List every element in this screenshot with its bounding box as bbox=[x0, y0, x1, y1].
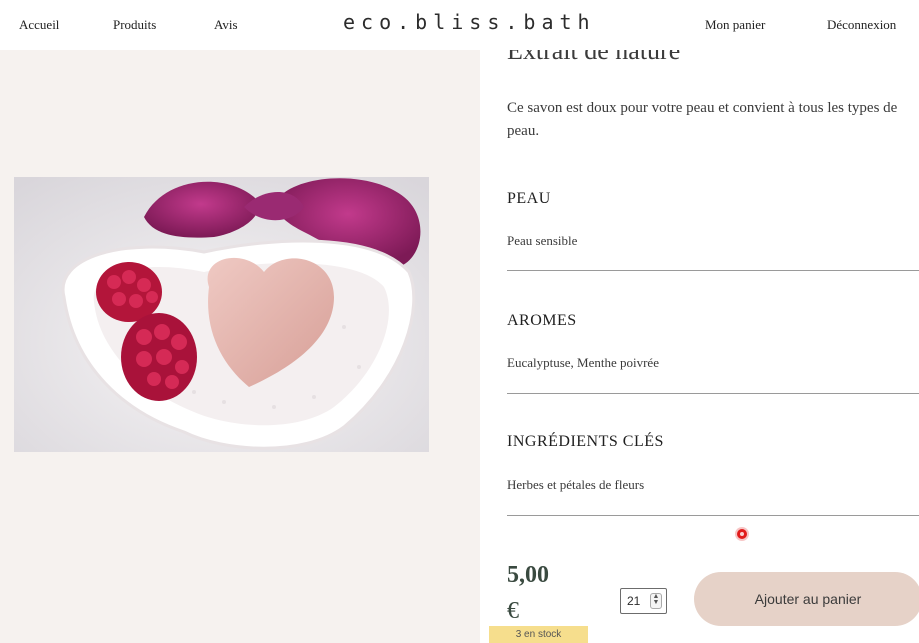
product-details: Extrait de nature Ce savon est doux pour… bbox=[507, 0, 919, 643]
divider bbox=[507, 515, 919, 516]
spinner-arrows-icon[interactable]: ▲ ▼ bbox=[650, 593, 662, 609]
divider bbox=[507, 393, 919, 394]
nav-reviews-link[interactable]: Avis bbox=[214, 17, 238, 33]
brand-logo[interactable]: eco.bliss.bath bbox=[343, 10, 596, 34]
divider bbox=[507, 270, 919, 271]
stock-badge: 3 en stock bbox=[489, 626, 588, 643]
product-image-panel bbox=[0, 50, 480, 643]
product-price: 5,00 € bbox=[507, 557, 549, 629]
nav-logout-link[interactable]: Déconnexion bbox=[827, 17, 896, 33]
price-currency: € bbox=[507, 598, 519, 624]
nav-products-link[interactable]: Produits bbox=[113, 17, 156, 33]
cursor-indicator bbox=[737, 529, 747, 539]
quantity-stepper[interactable]: 21 ▲ ▼ bbox=[620, 588, 667, 614]
nav-cart-link[interactable]: Mon panier bbox=[705, 17, 765, 33]
section-heading-aromas: AROMES bbox=[507, 312, 577, 329]
section-value-skin: Peau sensible bbox=[507, 233, 578, 248]
section-heading-skin: PEAU bbox=[507, 190, 551, 207]
section-value-aromas: Eucalyptuse, Menthe poivrée bbox=[507, 355, 659, 370]
price-amount: 5,00 bbox=[507, 562, 549, 588]
nav-home-link[interactable]: Accueil bbox=[19, 17, 59, 33]
quantity-value: 21 bbox=[627, 594, 641, 608]
top-nav-bar: Accueil Produits Avis eco.bliss.bath Mon… bbox=[0, 0, 919, 50]
section-value-ingredients: Herbes et pétales de fleurs bbox=[507, 477, 645, 492]
add-to-cart-button[interactable]: Ajouter au panier bbox=[694, 572, 919, 626]
product-description: Ce savon est doux pour votre peau et con… bbox=[507, 100, 898, 139]
section-heading-ingredients: INGRÉDIENTS CLÉS bbox=[507, 433, 664, 450]
product-photo bbox=[14, 177, 429, 452]
